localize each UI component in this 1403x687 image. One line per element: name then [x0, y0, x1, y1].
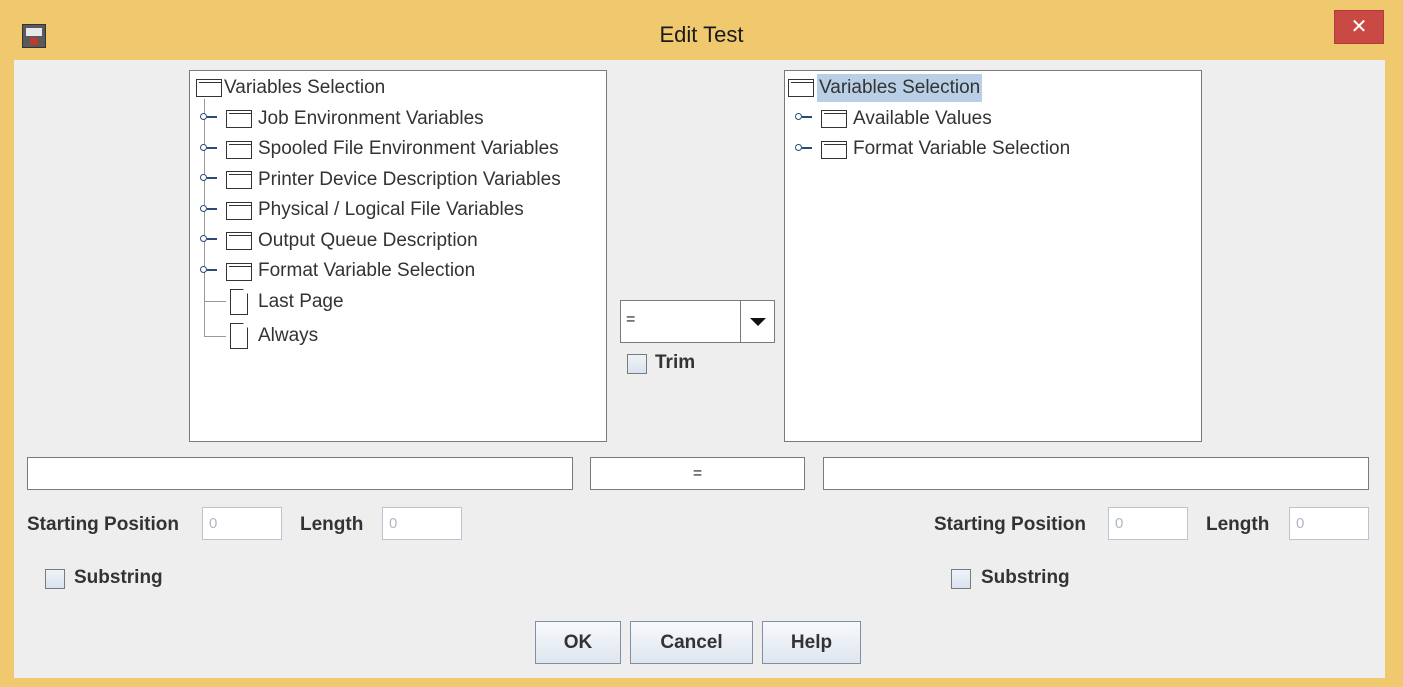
folder-icon [226, 171, 252, 189]
right-substring-label: Substring [981, 567, 1070, 588]
tree-item-format-variable-right[interactable]: Format Variable Selection [853, 135, 1070, 163]
folder-icon [226, 263, 252, 281]
window-title: Edit Test [659, 22, 744, 47]
expand-handle-icon[interactable] [795, 112, 813, 122]
expand-handle-icon[interactable] [200, 265, 218, 275]
document-icon [230, 322, 249, 349]
folder-icon [821, 110, 847, 128]
left-substring-label: Substring [74, 567, 163, 588]
expand-handle-icon[interactable] [200, 204, 218, 214]
chevron-down-icon[interactable] [740, 301, 774, 342]
left-length-label: Length [300, 514, 364, 535]
expand-handle-icon[interactable] [200, 234, 218, 244]
title-bar: Edit Test ✕ [0, 0, 1403, 60]
expand-handle-icon[interactable] [200, 112, 218, 122]
tree-item-job-environment[interactable]: Job Environment Variables [258, 105, 484, 133]
folder-icon [788, 79, 814, 97]
tree-root-label[interactable]: Variables Selection [224, 74, 385, 102]
right-starting-position-input[interactable]: 0 [1108, 507, 1188, 540]
trim-label: Trim [655, 352, 696, 373]
expand-handle-icon[interactable] [795, 143, 813, 153]
tree-connector [204, 336, 226, 337]
ok-button[interactable]: OK [535, 621, 621, 664]
folder-icon [821, 141, 847, 159]
left-starting-position-label: Starting Position [27, 514, 179, 535]
right-substring-checkbox[interactable] [951, 569, 971, 589]
left-substring-checkbox[interactable] [45, 569, 65, 589]
tree-item-printer-device[interactable]: Printer Device Description Variables [258, 166, 561, 194]
folder-icon [226, 232, 252, 250]
operator-selected-value: = [626, 311, 636, 328]
tree-item-available-values[interactable]: Available Values [853, 105, 992, 133]
trim-checkbox[interactable] [627, 354, 647, 374]
tree-root-label-selected[interactable]: Variables Selection [817, 74, 983, 102]
left-starting-position-input[interactable]: 0 [202, 507, 282, 540]
document-icon [230, 288, 249, 315]
tree-item-format-variable[interactable]: Format Variable Selection [258, 257, 475, 285]
tree-item-spooled-file[interactable]: Spooled File Environment Variables [258, 135, 559, 163]
tree-item-physical-logical-file[interactable]: Physical / Logical File Variables [258, 196, 524, 224]
expand-handle-icon[interactable] [200, 143, 218, 153]
right-length-input[interactable]: 0 [1289, 507, 1369, 540]
operator-dropdown[interactable]: = [620, 300, 775, 343]
folder-icon [196, 79, 222, 97]
tree-item-output-queue[interactable]: Output Queue Description [258, 227, 478, 255]
operator-display-field[interactable]: = [590, 457, 805, 490]
folder-icon [226, 110, 252, 128]
help-button[interactable]: Help [762, 621, 861, 664]
cancel-button[interactable]: Cancel [630, 621, 753, 664]
right-expression-field[interactable] [823, 457, 1369, 490]
right-starting-position-label: Starting Position [934, 514, 1086, 535]
tree-item-last-page[interactable]: Last Page [258, 288, 344, 316]
folder-icon [226, 141, 252, 159]
left-variables-tree[interactable]: Variables Selection Job Environment Vari… [189, 70, 607, 442]
left-length-input[interactable]: 0 [382, 507, 462, 540]
tree-connector [204, 301, 226, 302]
folder-icon [226, 202, 252, 220]
close-button[interactable]: ✕ [1334, 10, 1384, 44]
edit-test-dialog: Edit Test ✕ Variables Selection Job Envi… [0, 0, 1403, 687]
expand-handle-icon[interactable] [200, 173, 218, 183]
right-variables-tree[interactable]: Variables Selection Available Values For… [784, 70, 1202, 442]
left-expression-field[interactable] [27, 457, 573, 490]
right-length-label: Length [1206, 514, 1270, 535]
tree-item-always[interactable]: Always [258, 322, 318, 350]
